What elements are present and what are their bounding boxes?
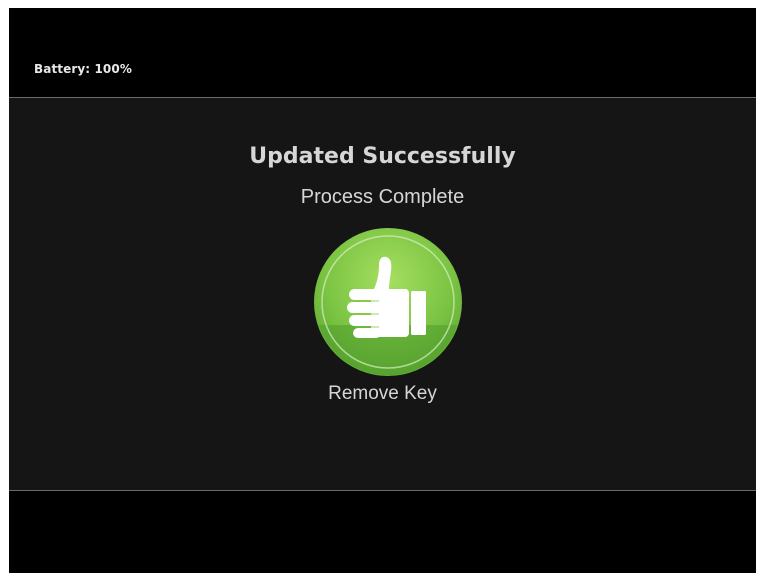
bottom-bar bbox=[9, 491, 756, 573]
result-subtitle: Process Complete bbox=[300, 186, 465, 208]
device-screen: Battery: 100% Updated Successfully Proce… bbox=[9, 8, 756, 573]
status-bar: Battery: 100% bbox=[9, 8, 756, 98]
update-result-panel: Updated Successfully Process Complete Re… bbox=[9, 98, 756, 490]
battery-status: Battery: 100% bbox=[34, 62, 132, 76]
result-title: Updated Successfully bbox=[249, 144, 516, 169]
remove-key-instruction: Remove Key bbox=[328, 383, 437, 404]
thumbs-up-icon bbox=[314, 228, 462, 376]
